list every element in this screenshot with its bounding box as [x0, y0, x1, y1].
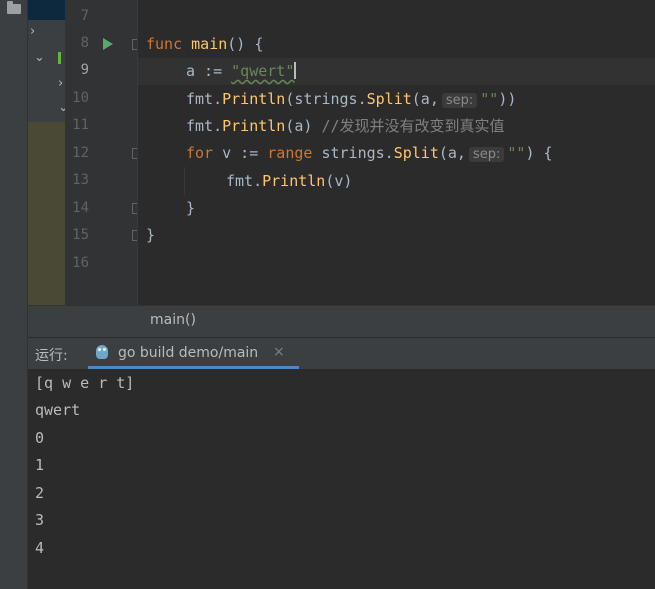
code-text: strings.	[312, 144, 394, 162]
code-line-9[interactable]: a := "qwert"	[186, 58, 297, 85]
keyword: func	[146, 35, 183, 53]
breadcrumb-bar	[28, 305, 655, 337]
close-icon[interactable]: ×	[273, 344, 285, 360]
line-number: 7	[80, 8, 89, 24]
breadcrumb[interactable]: main()	[150, 312, 196, 328]
code-text: v :=	[213, 144, 268, 162]
code-text: fmt.	[226, 172, 263, 190]
code-line-13[interactable]: fmt.Println(v)	[226, 168, 352, 195]
code-line-10[interactable]: fmt.Println(strings.Split(a, sep: ""))	[186, 86, 516, 113]
text-cursor	[294, 62, 297, 79]
tool-strip	[0, 0, 28, 589]
code-text: fmt.	[186, 90, 223, 108]
line-number: 12	[72, 145, 89, 161]
go-gopher-icon	[96, 345, 108, 359]
function-name: Split	[393, 144, 439, 162]
code-text: () {	[227, 35, 264, 53]
code-line-8[interactable]: func main() {	[146, 31, 263, 58]
run-gutter-icon[interactable]	[103, 38, 113, 50]
go-file-icon	[58, 52, 61, 64]
string-literal: ""	[507, 144, 526, 162]
code-text: (a)	[285, 117, 322, 135]
console-line: qwert	[35, 401, 81, 419]
console-line: 0	[35, 429, 45, 447]
code-text: (v)	[325, 172, 353, 190]
code-comment: //发现并没有改变到真实值	[321, 117, 505, 135]
function-name: Println	[222, 90, 286, 108]
function-name: main	[191, 35, 228, 53]
run-tab-label[interactable]: go build demo/main	[118, 345, 258, 361]
code-text: ) {	[525, 144, 553, 162]
code-line-15[interactable]: }	[146, 222, 155, 249]
console-line: [q w e r t]	[35, 374, 135, 392]
line-number-current: 9	[80, 62, 89, 78]
function-name: Println	[262, 172, 326, 190]
console-line: 4	[35, 539, 45, 557]
function-name: Println	[222, 117, 286, 135]
keyword: for	[186, 144, 214, 162]
code-line-11[interactable]: fmt.Println(a) //发现并没有改变到真实值	[186, 113, 505, 140]
indent-guide	[184, 167, 185, 195]
chevron-down-icon[interactable]: ⌄	[34, 50, 45, 65]
line-number: 10	[72, 90, 89, 106]
project-panel-highlight	[28, 122, 65, 336]
line-number: 15	[72, 227, 89, 243]
code-text: (a,	[411, 90, 439, 108]
keyword: range	[267, 144, 313, 162]
chevron-down-icon[interactable]: ⌄	[58, 100, 65, 115]
chevron-right-icon[interactable]: ›	[58, 76, 63, 91]
string-literal: "qwert"	[231, 62, 295, 80]
parameter-hint: sep:	[468, 147, 505, 162]
line-number: 8	[80, 35, 89, 51]
code-text: a :=	[186, 62, 232, 80]
code-text: ))	[498, 90, 517, 108]
line-number: 13	[72, 172, 89, 188]
console-line: 2	[35, 484, 45, 502]
parameter-hint: sep:	[441, 93, 478, 108]
console-line: 1	[35, 456, 45, 474]
console-output[interactable]	[28, 369, 655, 589]
string-literal: ""	[480, 90, 499, 108]
code-line-14[interactable]: }	[186, 195, 195, 222]
line-number: 14	[72, 200, 89, 216]
function-name: Split	[366, 90, 412, 108]
folder-icon[interactable]	[7, 1, 21, 14]
project-selected-row[interactable]	[28, 0, 65, 20]
line-number: 16	[72, 255, 89, 271]
line-number: 11	[72, 117, 89, 133]
editor-gutter: 7 8 9 10 11 12 13 14 15 16	[65, 0, 138, 305]
project-panel: › ⌄ › ⌄	[28, 0, 65, 336]
code-line-12[interactable]: for v := range strings.Split(a, sep: "") {	[186, 140, 553, 167]
console-line: 3	[35, 511, 45, 529]
run-label: 运行:	[35, 348, 68, 364]
code-text: (strings.	[285, 90, 367, 108]
code-text: fmt.	[186, 117, 223, 135]
chevron-right-icon[interactable]: ›	[30, 24, 35, 39]
code-text: (a,	[438, 144, 466, 162]
